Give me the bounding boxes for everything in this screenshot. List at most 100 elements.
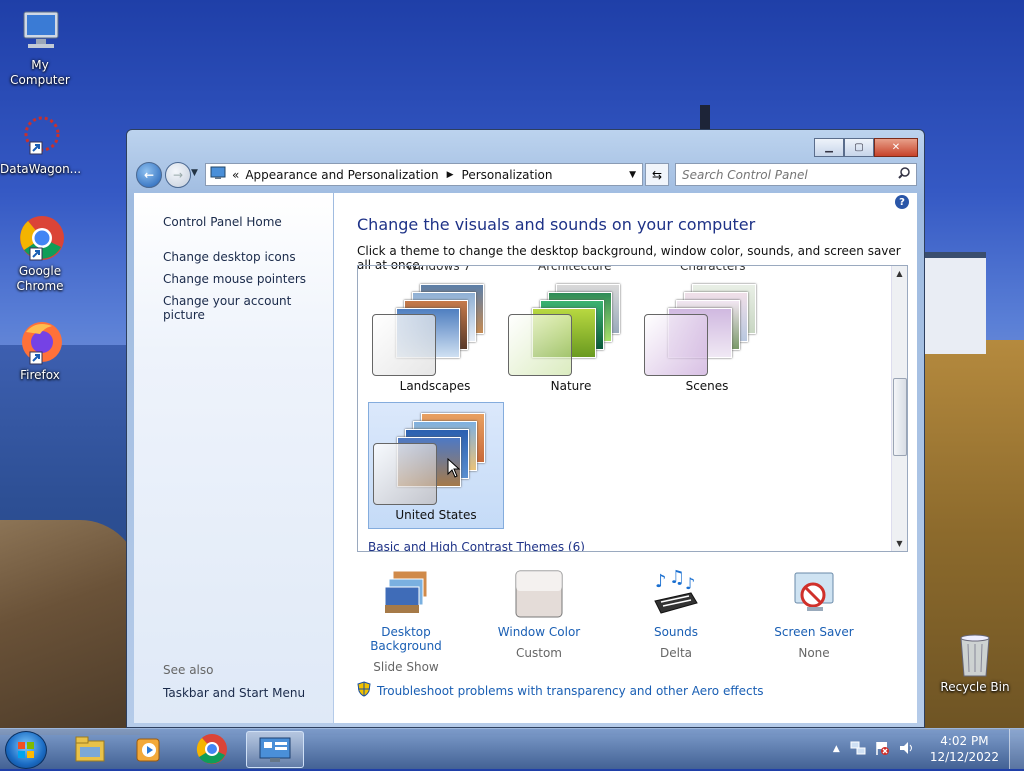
theme-name: United States	[395, 508, 477, 522]
troubleshoot-link[interactable]: Troubleshoot problems with transparency …	[357, 681, 764, 700]
screen-saver-icon	[789, 569, 839, 619]
firefox-icon	[16, 318, 64, 366]
clock-time: 4:02 PM	[940, 734, 989, 748]
start-button[interactable]	[5, 731, 47, 769]
theme-list-scrollbar[interactable]: ▲ ▼	[891, 266, 907, 551]
theme-landscapes[interactable]: Landscapes	[368, 274, 502, 399]
clock-date: 12/12/2022	[929, 750, 999, 764]
address-bar[interactable]: « Appearance and Personalization ▶ Perso…	[205, 163, 643, 186]
taskbar-control-panel[interactable]	[246, 731, 304, 768]
desktop-icon-my-computer[interactable]: My Computer	[0, 8, 80, 88]
see-also-header: See also	[163, 663, 214, 677]
sounds-icon: ♪ ♫ ♪	[651, 567, 701, 619]
action-center-flag-icon[interactable]	[874, 740, 890, 759]
clock[interactable]: 4:02 PM 12/12/2022	[930, 733, 999, 765]
maximize-icon: ▢	[854, 142, 864, 153]
chrome-icon	[196, 733, 227, 764]
window-color-swatch	[372, 314, 436, 376]
help-icon[interactable]: ?	[895, 195, 909, 209]
desktop-icon-label: Firefox	[20, 368, 60, 382]
window-color-option[interactable]: Window Color Custom	[479, 569, 599, 660]
search-input[interactable]	[676, 166, 898, 183]
maximize-button[interactable]: ▢	[844, 138, 874, 157]
theme-label-partial: Characters	[680, 265, 746, 273]
personalization-window[interactable]: ▁ ▢ ✕ ← → ▼ « Appearance and Personaliza…	[126, 129, 925, 728]
show-hidden-icons-icon[interactable]: ▲	[833, 744, 840, 754]
sidebar-link-change-desktop-icons[interactable]: Change desktop icons	[163, 250, 333, 264]
option-value: Slide Show	[373, 660, 439, 674]
theme-united-states[interactable]: United States	[368, 402, 504, 529]
theme-scenes[interactable]: Scenes	[640, 274, 774, 399]
theme-nature[interactable]: Nature	[504, 274, 638, 399]
window-color-icon	[514, 569, 564, 619]
main-content: ? Change the visuals and sounds on your …	[334, 193, 917, 723]
theme-name: Landscapes	[399, 379, 471, 393]
theme-name: Scenes	[685, 379, 729, 393]
theme-list[interactable]: Windows 7 Architecture Characters Landsc…	[357, 265, 908, 552]
recycle-bin-icon	[951, 630, 999, 678]
refresh-icon: ⇆	[651, 167, 663, 182]
wallpaper-lighthouse-top	[700, 105, 710, 131]
search-box[interactable]	[675, 163, 917, 186]
address-dropdown-icon[interactable]: ▼	[629, 170, 636, 180]
window-color-swatch	[373, 443, 437, 505]
taskbar-media-player[interactable]	[121, 731, 177, 766]
media-player-icon	[136, 738, 160, 761]
desktop-icon-firefox[interactable]: Firefox	[0, 318, 80, 383]
breadcrumb-item-personalization[interactable]: Personalization	[462, 168, 553, 182]
option-label: Screen Saver	[774, 625, 854, 639]
volume-icon[interactable]	[898, 740, 916, 759]
taskbar-chrome[interactable]	[184, 731, 240, 766]
windows-logo-icon	[18, 742, 34, 758]
theme-label-partial: Windows 7	[406, 265, 472, 273]
desktop-icon-recycle-bin[interactable]: Recycle Bin	[935, 630, 1015, 695]
control-panel-icon	[259, 737, 291, 762]
option-value: Delta	[659, 646, 692, 660]
minimize-icon: ▁	[825, 142, 833, 153]
close-icon: ✕	[891, 142, 901, 153]
back-button[interactable]: ←	[136, 162, 162, 188]
wallpaper-rocks	[0, 520, 140, 735]
datawagon-icon	[16, 112, 64, 160]
breadcrumb-separator-icon[interactable]: ▶	[447, 170, 454, 180]
scroll-down-icon[interactable]: ▼	[892, 539, 907, 548]
desktop-icon-label: Recycle Bin	[940, 680, 1010, 694]
back-arrow-icon: ←	[143, 168, 155, 182]
sidebar-link-taskbar-start-menu[interactable]: Taskbar and Start Menu	[163, 686, 305, 700]
taskbar-explorer[interactable]	[62, 731, 118, 766]
screen-saver-option[interactable]: Screen Saver None	[754, 569, 874, 660]
forward-button[interactable]: →	[165, 162, 191, 188]
basic-high-contrast-group[interactable]: Basic and High Contrast Themes (6)	[368, 540, 585, 551]
svg-text:♪: ♪	[685, 574, 695, 593]
desktop-icon-label: Google Chrome	[16, 264, 64, 293]
breadcrumb-item-appearance[interactable]: Appearance and Personalization	[245, 168, 438, 182]
scrollbar-thumb[interactable]	[893, 378, 907, 456]
forward-arrow-icon: →	[172, 168, 184, 182]
svg-text:♫: ♫	[669, 569, 685, 588]
sidebar-link-change-account-picture[interactable]: Change your account picture	[163, 294, 333, 322]
sidebar-link-change-mouse-pointers[interactable]: Change mouse pointers	[163, 272, 333, 286]
computer-icon	[16, 8, 64, 56]
mouse-cursor-icon	[447, 458, 461, 478]
page-title: Change the visuals and sounds on your co…	[357, 215, 756, 234]
refresh-button[interactable]: ⇆	[645, 163, 669, 186]
search-icon[interactable]	[898, 167, 910, 182]
explorer-icon	[75, 736, 105, 761]
recent-pages-dropdown-icon[interactable]: ▼	[191, 168, 198, 178]
desktop-icon-datawagon[interactable]: DataWagon...	[0, 112, 82, 177]
option-label: Desktop Background	[370, 625, 442, 653]
close-button[interactable]: ✕	[874, 138, 918, 157]
desktop-icon-chrome[interactable]: Google Chrome	[0, 214, 80, 294]
desktop-icon-label: DataWagon...	[0, 162, 82, 176]
sidebar-link-control-panel-home[interactable]: Control Panel Home	[163, 215, 333, 229]
show-desktop-button[interactable]	[1009, 729, 1024, 769]
scroll-up-icon[interactable]: ▲	[892, 269, 907, 278]
sounds-option[interactable]: ♪ ♫ ♪ Sounds Delta	[616, 567, 736, 660]
option-label: Sounds	[653, 625, 699, 639]
svg-text:♪: ♪	[655, 571, 667, 592]
desktop-background-option[interactable]: Desktop Background Slide Show	[346, 569, 466, 674]
breadcrumb-overflow[interactable]: «	[232, 168, 239, 182]
network-icon[interactable]	[850, 740, 866, 759]
minimize-button[interactable]: ▁	[814, 138, 844, 157]
control-panel-icon	[210, 166, 226, 183]
